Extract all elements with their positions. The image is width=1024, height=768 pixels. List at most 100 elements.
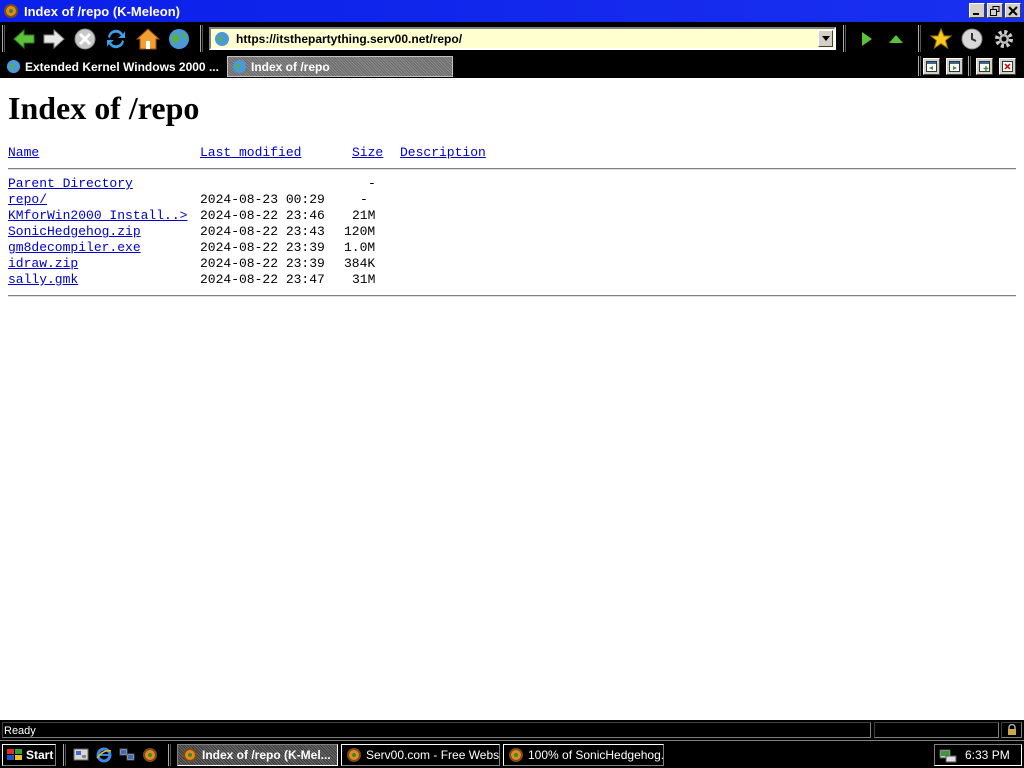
clock[interactable]: 6:33 PM — [965, 748, 1010, 762]
restore-button[interactable] — [987, 3, 1003, 18]
close-tab-button[interactable] — [999, 58, 1016, 75]
k-meleon-icon — [509, 748, 523, 762]
forward-icon — [43, 28, 65, 50]
browser-window: Index of /repo (K-Meleon) https://itsthe… — [0, 0, 1024, 768]
windows-logo-icon — [7, 749, 22, 760]
toolbar-grip[interactable] — [843, 25, 846, 52]
row-size: 1.0M — [344, 240, 376, 255]
go-button[interactable] — [852, 25, 880, 53]
new-tab-button[interactable] — [976, 58, 993, 75]
lock-icon — [1007, 724, 1016, 735]
sort-by-name-link[interactable]: Name — [8, 145, 39, 160]
row-size: - — [360, 192, 368, 207]
minimize-button[interactable] — [969, 3, 985, 18]
bookmarks-button[interactable] — [927, 25, 955, 53]
tab-bar: Extended Kernel Windows 2000 ... Index o… — [0, 55, 1024, 78]
taskbar-task-index-of-repo[interactable]: Index of /repo (K-Mel... — [177, 744, 338, 766]
row-size: 384K — [344, 256, 376, 271]
k-meleon-icon — [183, 748, 197, 762]
globe-icon — [169, 29, 189, 49]
toolbar-grip[interactable] — [968, 56, 971, 76]
minimize-icon — [973, 12, 979, 15]
quicklaunch-network[interactable] — [118, 746, 136, 764]
k-meleon-icon — [347, 748, 361, 762]
row-modified: 2024-08-23 00:29 — [200, 192, 325, 207]
address-bar[interactable] — [209, 27, 836, 50]
close-window-button[interactable] — [1005, 3, 1021, 18]
up-button[interactable] — [882, 25, 910, 53]
k-meleon-icon — [143, 748, 157, 762]
network-tray-icon[interactable] — [939, 747, 957, 763]
k-meleon-icon — [4, 4, 18, 18]
row-modified: 2024-08-22 23:46 — [200, 208, 325, 223]
toolbar-grip[interactable] — [200, 25, 203, 52]
toolbar-grip[interactable] — [918, 25, 921, 52]
parent-directory-link[interactable]: Parent Directory — [8, 176, 133, 191]
home-button[interactable] — [134, 25, 162, 53]
show-desktop-icon — [73, 748, 89, 761]
history-button[interactable] — [958, 25, 986, 53]
tab-extended-kernel[interactable]: Extended Kernel Windows 2000 ... — [2, 56, 224, 77]
toolbar-grip[interactable] — [918, 56, 921, 76]
security-pane[interactable] — [1001, 722, 1022, 738]
sort-by-size-link[interactable]: Size — [352, 145, 383, 160]
file-link[interactable]: idraw.zip — [8, 256, 78, 271]
table-row: idraw.zip 2024-08-22 23:39 384K — [8, 256, 375, 272]
table-row: repo/ 2024-08-23 00:29 - — [8, 192, 368, 208]
internet-explorer-icon — [96, 747, 112, 763]
divider — [8, 168, 1016, 170]
taskbar-task-download[interactable]: 100% of SonicHedgehog.zip — [503, 744, 664, 766]
file-link[interactable]: repo/ — [8, 192, 47, 207]
navigation-toolbar — [0, 22, 1024, 55]
close-icon — [1008, 5, 1018, 16]
taskbar-task-serv00[interactable]: Serv00.com - Free Websit... — [341, 744, 500, 766]
start-button[interactable]: Start — [2, 744, 56, 766]
quicklaunch-internet-explorer[interactable] — [95, 746, 113, 764]
restore-icon — [990, 5, 1000, 16]
chevron-down-icon — [821, 35, 830, 41]
row-modified: 2024-08-22 23:47 — [200, 272, 325, 287]
listing-header: Name Last modified Size Description — [8, 145, 486, 161]
file-link[interactable]: SonicHedgehog.zip — [8, 224, 141, 239]
row-size: 31M — [352, 272, 376, 287]
reload-icon — [107, 29, 125, 49]
taskbar-grip[interactable] — [63, 744, 66, 766]
row-size: 120M — [344, 224, 376, 239]
tab-previous-button[interactable] — [923, 58, 940, 75]
row-modified: 2024-08-22 23:39 — [200, 240, 325, 255]
bookmark-star-icon — [929, 27, 953, 50]
tab-next-button[interactable] — [946, 58, 963, 75]
start-label: Start — [26, 748, 54, 762]
table-row: sally.gmk 2024-08-22 23:47 31M — [8, 272, 375, 288]
file-link[interactable]: KMforWin2000 Install..> — [8, 208, 187, 223]
page-heading: Index of /repo — [8, 90, 200, 126]
row-size: 21M — [352, 208, 376, 223]
row-modified: 2024-08-22 23:39 — [200, 256, 325, 271]
task-label: Serv00.com - Free Websit... — [366, 748, 500, 762]
globe-icon — [232, 59, 247, 74]
toolbar-grip[interactable] — [2, 25, 5, 52]
preferences-button[interactable] — [990, 25, 1018, 53]
quicklaunch-k-meleon[interactable] — [141, 746, 159, 764]
tab-index-of-repo[interactable]: Index of /repo — [227, 56, 453, 77]
table-row: gm8decompiler.exe 2024-08-22 23:39 1.0M — [8, 240, 375, 256]
forward-button[interactable] — [40, 25, 68, 53]
divider — [8, 295, 1016, 297]
status-progress-pane — [874, 722, 999, 738]
reload-button[interactable] — [102, 25, 130, 53]
task-label: Index of /repo (K-Mel... — [202, 748, 331, 762]
url-history-dropdown[interactable] — [818, 30, 833, 47]
quicklaunch-show-desktop[interactable] — [72, 746, 90, 764]
file-link[interactable]: gm8decompiler.exe — [8, 240, 141, 255]
back-button[interactable] — [10, 25, 38, 53]
homepage-globe-button[interactable] — [165, 25, 193, 53]
url-input[interactable] — [236, 31, 818, 46]
sort-by-description-link[interactable]: Description — [400, 145, 486, 160]
stop-button[interactable] — [71, 25, 99, 53]
row-size: - — [368, 176, 376, 191]
sort-by-last-modified-link[interactable]: Last modified — [200, 145, 301, 160]
taskbar-grip[interactable] — [168, 744, 171, 766]
file-link[interactable]: sally.gmk — [8, 272, 78, 287]
title-bar[interactable]: Index of /repo (K-Meleon) — [0, 0, 1024, 22]
task-label: 100% of SonicHedgehog.zip — [528, 748, 664, 762]
